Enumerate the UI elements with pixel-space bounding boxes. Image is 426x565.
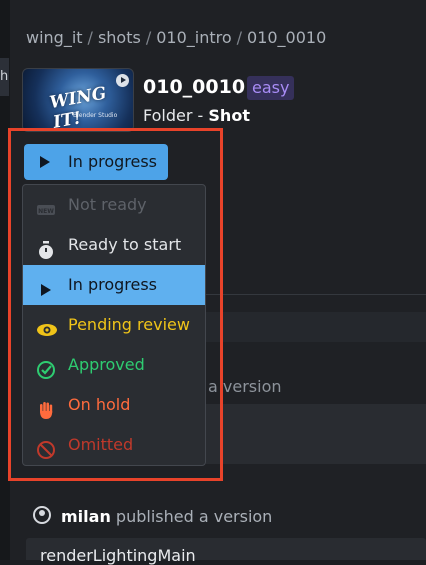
play-icon[interactable]	[116, 74, 129, 87]
activity-action: published a version	[115, 507, 273, 526]
shot-thumbnail[interactable]: WING IT! Blender Studio	[22, 68, 134, 132]
breadcrumb-project[interactable]: wing_it	[26, 28, 83, 47]
thumbnail-title-text: WING IT!	[48, 83, 108, 132]
type-value: Shot	[208, 106, 250, 125]
left-panel-tab[interactable]: h	[0, 58, 9, 96]
highlight-annotation-box	[8, 128, 223, 481]
breadcrumb-shots[interactable]: shots	[98, 28, 141, 47]
breadcrumb: wing_it / shots/010_intro/010_0010	[26, 28, 326, 47]
shot-type-line: Folder - Shot	[143, 106, 250, 125]
section-divider	[206, 294, 426, 295]
left-tab-label: h	[0, 69, 9, 84]
breadcrumb-separator: /	[87, 28, 93, 47]
background-version-box	[206, 404, 426, 464]
activity-user[interactable]: milan	[61, 507, 111, 526]
user-circle-icon	[33, 506, 51, 524]
difficulty-badge: easy	[247, 76, 295, 100]
thumbnail-subtitle-text: Blender Studio	[73, 112, 118, 119]
type-prefix: Folder -	[143, 106, 204, 125]
shot-name: 010_0010	[143, 76, 246, 98]
breadcrumb-separator: /	[236, 28, 243, 47]
breadcrumb-separator: /	[145, 28, 152, 47]
version-name: renderLightingMain	[40, 546, 196, 565]
activity-entry: milan published a version	[33, 506, 272, 526]
breadcrumb-sequence[interactable]: 010_intro	[156, 28, 231, 47]
background-row	[206, 312, 426, 342]
breadcrumb-shot[interactable]: 010_0010	[247, 28, 326, 47]
